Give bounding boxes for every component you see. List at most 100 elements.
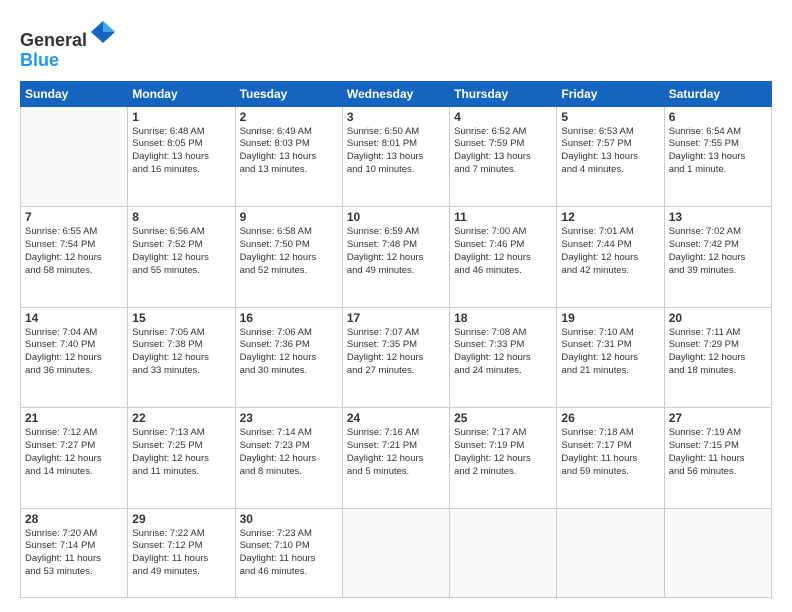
day-number: 22: [132, 411, 230, 425]
day-number: 29: [132, 512, 230, 526]
day-number: 16: [240, 311, 338, 325]
day-number: 1: [132, 110, 230, 124]
day-number: 10: [347, 210, 445, 224]
cell-content: Sunrise: 7:19 AMSunset: 7:15 PMDaylight:…: [669, 427, 767, 478]
day-number: 19: [561, 311, 659, 325]
day-number: 17: [347, 311, 445, 325]
day-number: 25: [454, 411, 552, 425]
day-number: 21: [25, 411, 123, 425]
calendar-cell: 11 Sunrise: 7:00 AMSunset: 7:46 PMDayligh…: [450, 207, 557, 308]
calendar-cell: 9 Sunrise: 6:58 AMSunset: 7:50 PMDaylight…: [235, 207, 342, 308]
calendar-cell: 18 Sunrise: 7:08 AMSunset: 7:33 PMDayligh…: [450, 307, 557, 408]
calendar-cell: 26Sunrise: 7:18 AMSunset: 7:17 PMDayligh…: [557, 408, 664, 509]
calendar-cell: 5 Sunrise: 6:53 AMSunset: 7:57 PMDaylight…: [557, 106, 664, 207]
logo: General Blue: [20, 18, 117, 71]
weekday-tuesday: Tuesday: [235, 81, 342, 106]
calendar-cell: 12Sunrise: 7:01 AMSunset: 7:44 PMDayligh…: [557, 207, 664, 308]
day-number: 23: [240, 411, 338, 425]
cell-content: Sunrise: 7:22 AMSunset: 7:12 PMDaylight:…: [132, 528, 230, 579]
calendar-cell: 14 Sunrise: 7:04 AMSunset: 7:40 PMDayligh…: [21, 307, 128, 408]
cell-content: Sunrise: 6:56 AMSunset: 7:52 PMDaylight:…: [132, 226, 230, 277]
calendar-cell: [664, 508, 771, 597]
day-number: 14: [25, 311, 123, 325]
day-number: 30: [240, 512, 338, 526]
logo-general-text: General: [20, 30, 87, 50]
weekday-monday: Monday: [128, 81, 235, 106]
day-number: 26: [561, 411, 659, 425]
calendar-cell: 10Sunrise: 6:59 AMSunset: 7:48 PMDayligh…: [342, 207, 449, 308]
day-number: 24: [347, 411, 445, 425]
cell-content: Sunrise: 6:54 AMSunset: 7:55 PMDaylight:…: [669, 126, 767, 177]
day-number: 8: [132, 210, 230, 224]
day-number: 28: [25, 512, 123, 526]
weekday-saturday: Saturday: [664, 81, 771, 106]
week-row-4: 21Sunrise: 7:12 AMSunset: 7:27 PMDayligh…: [21, 408, 772, 509]
cell-content: Sunrise: 7:06 AMSunset: 7:36 PMDaylight:…: [240, 327, 338, 378]
calendar-cell: 30Sunrise: 7:23 AMSunset: 7:10 PMDayligh…: [235, 508, 342, 597]
calendar-cell: 22Sunrise: 7:13 AMSunset: 7:25 PMDayligh…: [128, 408, 235, 509]
day-number: 11: [454, 210, 552, 224]
calendar-cell: 2Sunrise: 6:49 AMSunset: 8:03 PMDaylight…: [235, 106, 342, 207]
weekday-wednesday: Wednesday: [342, 81, 449, 106]
cell-content: Sunrise: 7:10 AMSunset: 7:31 PMDaylight:…: [561, 327, 659, 378]
calendar-cell: 23 Sunrise: 7:14 AMSunset: 7:23 PMDayligh…: [235, 408, 342, 509]
cell-content: Sunrise: 6:52 AMSunset: 7:59 PMDaylight:…: [454, 126, 552, 177]
day-number: 18: [454, 311, 552, 325]
day-number: 9: [240, 210, 338, 224]
week-row-5: 28 Sunrise: 7:20 AMSunset: 7:14 PMDayligh…: [21, 508, 772, 597]
calendar-cell: 28 Sunrise: 7:20 AMSunset: 7:14 PMDayligh…: [21, 508, 128, 597]
calendar: SundayMondayTuesdayWednesdayThursdayFrid…: [20, 81, 772, 598]
cell-content: Sunrise: 7:07 AMSunset: 7:35 PMDaylight:…: [347, 327, 445, 378]
calendar-cell: [21, 106, 128, 207]
calendar-cell: 4 Sunrise: 6:52 AMSunset: 7:59 PMDaylight…: [450, 106, 557, 207]
calendar-cell: [342, 508, 449, 597]
cell-content: Sunrise: 6:55 AMSunset: 7:54 PMDaylight:…: [25, 226, 123, 277]
calendar-cell: [450, 508, 557, 597]
calendar-cell: 1Sunrise: 6:48 AMSunset: 8:05 PMDaylight…: [128, 106, 235, 207]
header: General Blue: [20, 18, 772, 71]
week-row-3: 14 Sunrise: 7:04 AMSunset: 7:40 PMDayligh…: [21, 307, 772, 408]
weekday-friday: Friday: [557, 81, 664, 106]
cell-content: Sunrise: 7:04 AMSunset: 7:40 PMDaylight:…: [25, 327, 123, 378]
calendar-cell: [557, 508, 664, 597]
calendar-cell: 29 Sunrise: 7:22 AMSunset: 7:12 PMDayligh…: [128, 508, 235, 597]
weekday-thursday: Thursday: [450, 81, 557, 106]
day-number: 2: [240, 110, 338, 124]
calendar-cell: 6 Sunrise: 6:54 AMSunset: 7:55 PMDaylight…: [664, 106, 771, 207]
day-number: 4: [454, 110, 552, 124]
calendar-cell: 19 Sunrise: 7:10 AMSunset: 7:31 PMDayligh…: [557, 307, 664, 408]
cell-content: Sunrise: 6:53 AMSunset: 7:57 PMDaylight:…: [561, 126, 659, 177]
calendar-cell: 25 Sunrise: 7:17 AMSunset: 7:19 PMDayligh…: [450, 408, 557, 509]
day-number: 6: [669, 110, 767, 124]
cell-content: Sunrise: 7:00 AMSunset: 7:46 PMDaylight:…: [454, 226, 552, 277]
calendar-cell: 13 Sunrise: 7:02 AMSunset: 7:42 PMDayligh…: [664, 207, 771, 308]
day-number: 27: [669, 411, 767, 425]
cell-content: Sunrise: 6:58 AMSunset: 7:50 PMDaylight:…: [240, 226, 338, 277]
cell-content: Sunrise: 7:01 AMSunset: 7:44 PMDaylight:…: [561, 226, 659, 277]
cell-content: Sunrise: 6:50 AMSunset: 8:01 PMDaylight:…: [347, 126, 445, 177]
calendar-cell: 27 Sunrise: 7:19 AMSunset: 7:15 PMDayligh…: [664, 408, 771, 509]
day-number: 7: [25, 210, 123, 224]
cell-content: Sunrise: 7:14 AMSunset: 7:23 PMDaylight:…: [240, 427, 338, 478]
calendar-cell: 16 Sunrise: 7:06 AMSunset: 7:36 PMDayligh…: [235, 307, 342, 408]
calendar-cell: 7 Sunrise: 6:55 AMSunset: 7:54 PMDaylight…: [21, 207, 128, 308]
cell-content: Sunrise: 7:02 AMSunset: 7:42 PMDaylight:…: [669, 226, 767, 277]
weekday-header-row: SundayMondayTuesdayWednesdayThursdayFrid…: [21, 81, 772, 106]
calendar-cell: 3 Sunrise: 6:50 AMSunset: 8:01 PMDaylight…: [342, 106, 449, 207]
day-number: 13: [669, 210, 767, 224]
calendar-cell: 20Sunrise: 7:11 AMSunset: 7:29 PMDayligh…: [664, 307, 771, 408]
calendar-cell: 8 Sunrise: 6:56 AMSunset: 7:52 PMDaylight…: [128, 207, 235, 308]
cell-content: Sunrise: 7:05 AMSunset: 7:38 PMDaylight:…: [132, 327, 230, 378]
calendar-body: 1Sunrise: 6:48 AMSunset: 8:05 PMDaylight…: [21, 106, 772, 597]
cell-content: Sunrise: 7:08 AMSunset: 7:33 PMDaylight:…: [454, 327, 552, 378]
weekday-sunday: Sunday: [21, 81, 128, 106]
week-row-1: 1Sunrise: 6:48 AMSunset: 8:05 PMDaylight…: [21, 106, 772, 207]
cell-content: Sunrise: 7:17 AMSunset: 7:19 PMDaylight:…: [454, 427, 552, 478]
cell-content: Sunrise: 7:11 AMSunset: 7:29 PMDaylight:…: [669, 327, 767, 378]
day-number: 3: [347, 110, 445, 124]
cell-content: Sunrise: 7:20 AMSunset: 7:14 PMDaylight:…: [25, 528, 123, 579]
logo-icon: [89, 18, 117, 46]
day-number: 5: [561, 110, 659, 124]
calendar-cell: 17 Sunrise: 7:07 AMSunset: 7:35 PMDayligh…: [342, 307, 449, 408]
cell-content: Sunrise: 7:16 AMSunset: 7:21 PMDaylight:…: [347, 427, 445, 478]
